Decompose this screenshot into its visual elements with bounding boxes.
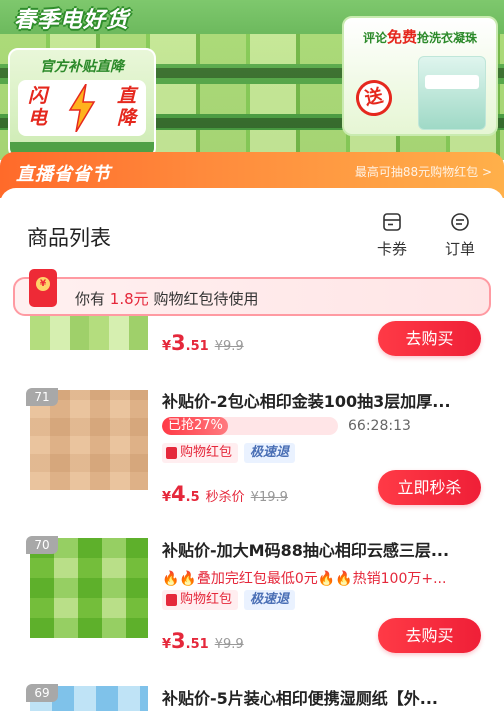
price-decimal: .5 xyxy=(185,490,200,505)
orders-label: 订单 xyxy=(444,240,475,258)
flash-label-char-1: 闪 xyxy=(28,85,48,107)
coupon-label: 卡券 xyxy=(376,240,407,258)
price: ¥3.51 ¥9.9 xyxy=(162,629,244,653)
review-free: 免费 xyxy=(386,28,417,46)
fast-refund-tag: 极速退 xyxy=(244,590,296,610)
tag-row: 购物红包 极速退 xyxy=(162,443,296,463)
flash-label: 闪 电 xyxy=(28,85,47,129)
official-subsidy-label: 官方补贴直降 xyxy=(40,59,124,75)
price-integer: 3 xyxy=(171,629,186,653)
promo-hot-line: 🔥🔥叠加完红包最低0元🔥🔥热销100万+... xyxy=(162,571,447,587)
red-packet-tag-label: 购物红包 xyxy=(180,592,233,607)
fast-refund-tag: 极速退 xyxy=(244,443,296,463)
notice-suffix: 购物红包待使用 xyxy=(153,290,259,308)
price-currency: ¥ xyxy=(162,490,172,505)
notice-prefix: 你有 xyxy=(75,290,106,308)
red-packet-tag: 购物红包 xyxy=(162,590,239,610)
direct-drop-label: 直 降 xyxy=(117,85,136,129)
red-packet-icon xyxy=(166,447,177,459)
orders-icon xyxy=(451,213,469,231)
review-prefix: 评论 xyxy=(362,31,387,45)
seckill-button[interactable]: 立即秒杀 xyxy=(378,470,481,505)
subsidy-card[interactable]: 官方补贴直降 闪 电 直 降 xyxy=(8,48,156,158)
original-price: ¥9.9 xyxy=(214,637,244,652)
product-title[interactable]: 补贴价-5片装心相印便携湿厕纸【外... xyxy=(162,685,482,709)
price-integer: 3 xyxy=(171,331,186,355)
flash-label-char-2: 电 xyxy=(28,107,48,129)
price-currency: ¥ xyxy=(162,339,172,354)
lightning-icon xyxy=(68,84,96,132)
price: ¥3.51 ¥9.9 xyxy=(162,331,244,355)
red-packet-notice[interactable]: ¥ 你有 1.8元 购物红包待使用 xyxy=(13,269,491,316)
review-gift-card[interactable]: 评论免费抢洗衣凝珠 送 xyxy=(342,16,498,136)
orders-button[interactable]: 订单 xyxy=(438,212,482,259)
price-decimal: .51 xyxy=(185,339,209,354)
buy-button[interactable]: 去购买 xyxy=(378,321,481,356)
buy-button[interactable]: 去购买 xyxy=(378,618,481,653)
direct-drop-char-2: 降 xyxy=(116,107,136,129)
product-title[interactable]: 补贴价-加大M码88抽心相印云感三层... xyxy=(162,537,482,561)
review-gift-label: 评论免费抢洗衣凝珠 xyxy=(344,26,496,47)
direct-drop-char-1: 直 xyxy=(116,85,136,107)
red-packet-amount: 1.8元 xyxy=(109,290,149,308)
price-integer: 4 xyxy=(171,482,186,506)
coupon-button[interactable]: 卡券 xyxy=(370,212,414,259)
max-red-packet-link[interactable]: 最高可抽88元购物红包 > xyxy=(355,163,492,180)
red-packet-tag-label: 购物红包 xyxy=(180,445,233,460)
price: ¥4.5 秒杀价 ¥19.9 xyxy=(162,482,288,506)
season-title: 春季电好货 xyxy=(14,8,130,33)
red-packet-icon xyxy=(166,594,177,606)
grab-progress-bar: 已抢27% xyxy=(162,417,338,435)
original-price: ¥19.9 xyxy=(250,490,288,505)
live-festival-title: 直播省省节 xyxy=(16,164,111,185)
product-pack-image xyxy=(418,56,486,130)
rank-badge: 70 xyxy=(26,536,58,554)
price-decimal: .51 xyxy=(185,637,209,652)
page-title: 商品列表 xyxy=(27,226,111,250)
countdown-timer: 66:28:13 xyxy=(348,418,411,434)
gift-badge: 送 xyxy=(352,76,396,120)
promo-banner[interactable]: 春季电好货 官方补贴直降 闪 电 直 降 评论免费抢洗衣凝珠 送 xyxy=(0,0,504,160)
red-envelope-icon: ¥ xyxy=(29,269,57,307)
original-price: ¥9.9 xyxy=(214,339,244,354)
rank-badge: 71 xyxy=(26,388,58,406)
rank-badge: 69 xyxy=(26,684,58,702)
review-suffix: 抢洗衣凝珠 xyxy=(417,31,478,45)
red-packet-text: 你有 1.8元 购物红包待使用 xyxy=(75,288,258,309)
coupon-icon xyxy=(383,213,401,231)
yen-icon: ¥ xyxy=(36,277,50,291)
grab-progress-label: 已抢27% xyxy=(168,418,223,433)
grab-progress-row: 已抢27% 66:28:13 xyxy=(162,417,482,437)
seckill-label: 秒杀价 xyxy=(205,490,245,505)
price-currency: ¥ xyxy=(162,637,172,652)
flash-price-box: 闪 电 直 降 xyxy=(18,80,146,136)
product-title[interactable]: 补贴价-2包心相印金装100抽3层加厚... xyxy=(162,388,482,412)
pack-label-stripe xyxy=(425,75,479,89)
red-packet-tag: 购物红包 xyxy=(162,443,239,463)
tag-row: 购物红包 极速退 xyxy=(162,590,296,610)
